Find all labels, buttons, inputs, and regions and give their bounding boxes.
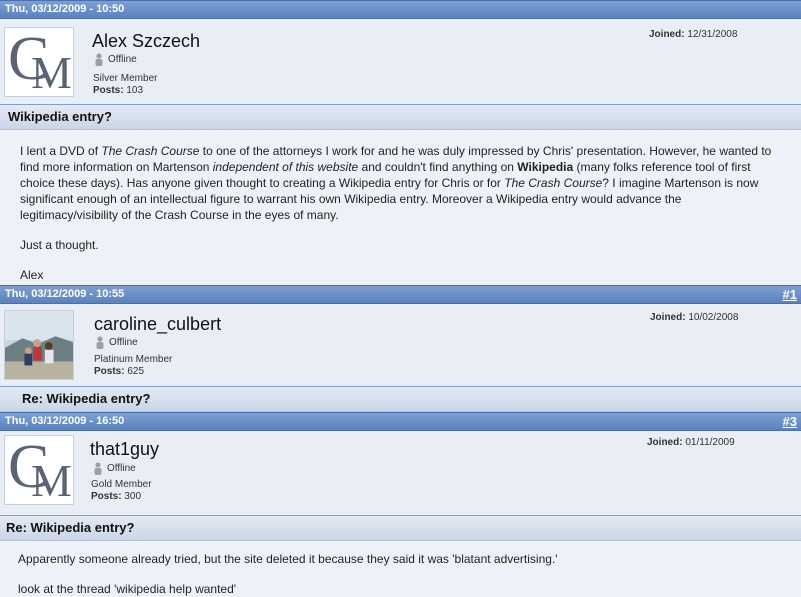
status-text: Offline <box>109 337 138 348</box>
user-info: caroline_culbert Offline Platinum Member… <box>0 304 801 386</box>
posts-count: 625 <box>127 366 145 377</box>
posts-count: 103 <box>126 85 144 96</box>
person-icon <box>95 53 103 66</box>
joined-date: 01/11/2009 <box>685 437 735 448</box>
joined-label: Joined: <box>650 312 686 323</box>
joined-info: Joined: 10/02/2008 <box>650 312 738 323</box>
cm-logo-icon: CM <box>8 435 72 505</box>
post-paragraph: Alex <box>20 267 781 283</box>
user-info: CM that1guy Offline Gold Member Posts: 3… <box>0 431 801 515</box>
cm-logo-icon: CM <box>8 27 72 97</box>
body-text: and couldn't find anything on <box>358 160 518 174</box>
post-subject: Re: Wikipedia entry? <box>0 515 801 541</box>
body-text: I lent a DVD of <box>20 144 102 158</box>
post-header-bar: Thu, 03/12/2009 - 10:50 <box>0 0 801 19</box>
post-subject: Re: Wikipedia entry? <box>0 386 801 412</box>
person-icon <box>94 462 102 475</box>
body-text: look at the thread 'wikipedia help wante… <box>18 582 237 596</box>
body-text: Apparently someone already tried, but th… <box>18 552 558 566</box>
italic-text: The Crash Course <box>101 144 200 158</box>
italic-text: independent of this website <box>212 160 359 174</box>
username-link[interactable]: caroline_culbert <box>94 314 221 335</box>
user-rank: Gold Member <box>91 479 152 490</box>
post-date: Thu, 03/12/2009 - 10:50 <box>5 3 125 15</box>
body-text: Alex <box>20 268 44 282</box>
post-date: Thu, 03/12/2009 - 10:55 <box>5 288 125 300</box>
online-status: Offline <box>95 336 138 349</box>
avatar[interactable]: CM <box>4 27 74 97</box>
username-link[interactable]: that1guy <box>90 439 159 460</box>
user-rank: Silver Member <box>93 73 158 84</box>
post-header-bar: Thu, 03/12/2009 - 16:50 #3 <box>0 412 801 431</box>
post-3: Thu, 03/12/2009 - 16:50 #3 CM that1guy O… <box>0 412 801 597</box>
joined-info: Joined: 01/11/2009 <box>647 437 735 448</box>
post-2: Thu, 03/12/2009 - 10:55 #1 caroline_culb… <box>0 285 801 412</box>
avatar[interactable]: CM <box>4 435 74 505</box>
post-paragraph: Just a thought. <box>20 237 781 253</box>
avatar[interactable] <box>4 310 74 380</box>
joined-date: 10/02/2008 <box>688 312 739 323</box>
online-status: Offline <box>94 53 137 66</box>
joined-info: Joined: 12/31/2008 <box>649 29 737 40</box>
post-number-link[interactable]: #3 <box>783 413 797 430</box>
joined-date: 12/31/2008 <box>687 29 738 40</box>
user-info: CM Alex Szczech Offline Silver Member Po… <box>0 19 801 104</box>
posts-label: Posts: <box>91 491 122 502</box>
post-paragraph: Apparently someone already tried, but th… <box>18 551 783 567</box>
post-count: Posts: 300 <box>91 491 141 502</box>
joined-label: Joined: <box>647 437 683 448</box>
posts-count: 300 <box>124 491 142 502</box>
posts-label: Posts: <box>94 366 125 377</box>
user-rank: Platinum Member <box>94 354 173 365</box>
joined-label: Joined: <box>649 29 685 40</box>
online-status: Offline <box>93 462 136 475</box>
status-text: Offline <box>108 54 137 65</box>
post-date: Thu, 03/12/2009 - 16:50 <box>5 415 125 427</box>
post-body: Apparently someone already tried, but th… <box>0 541 801 597</box>
post-count: Posts: 625 <box>94 366 144 377</box>
posts-label: Posts: <box>93 85 124 96</box>
username-link[interactable]: Alex Szczech <box>92 31 200 52</box>
post-1: Thu, 03/12/2009 - 10:50 CM Alex Szczech … <box>0 0 801 285</box>
status-text: Offline <box>107 463 136 474</box>
post-body: I lent a DVD of The Crash Course to one … <box>0 130 801 285</box>
post-paragraph: I lent a DVD of The Crash Course to one … <box>20 143 781 223</box>
user-photo-icon <box>5 311 73 379</box>
bold-text: Wikipedia <box>517 160 574 174</box>
body-text: Just a thought. <box>20 238 99 252</box>
post-header-bar: Thu, 03/12/2009 - 10:55 #1 <box>0 285 801 304</box>
italic-text: The Crash Course <box>504 176 603 190</box>
post-paragraph: look at the thread 'wikipedia help wante… <box>18 581 783 597</box>
post-subject: Wikipedia entry? <box>0 104 801 130</box>
post-number-link[interactable]: #1 <box>783 286 797 303</box>
person-icon <box>96 336 104 349</box>
post-count: Posts: 103 <box>93 85 143 96</box>
